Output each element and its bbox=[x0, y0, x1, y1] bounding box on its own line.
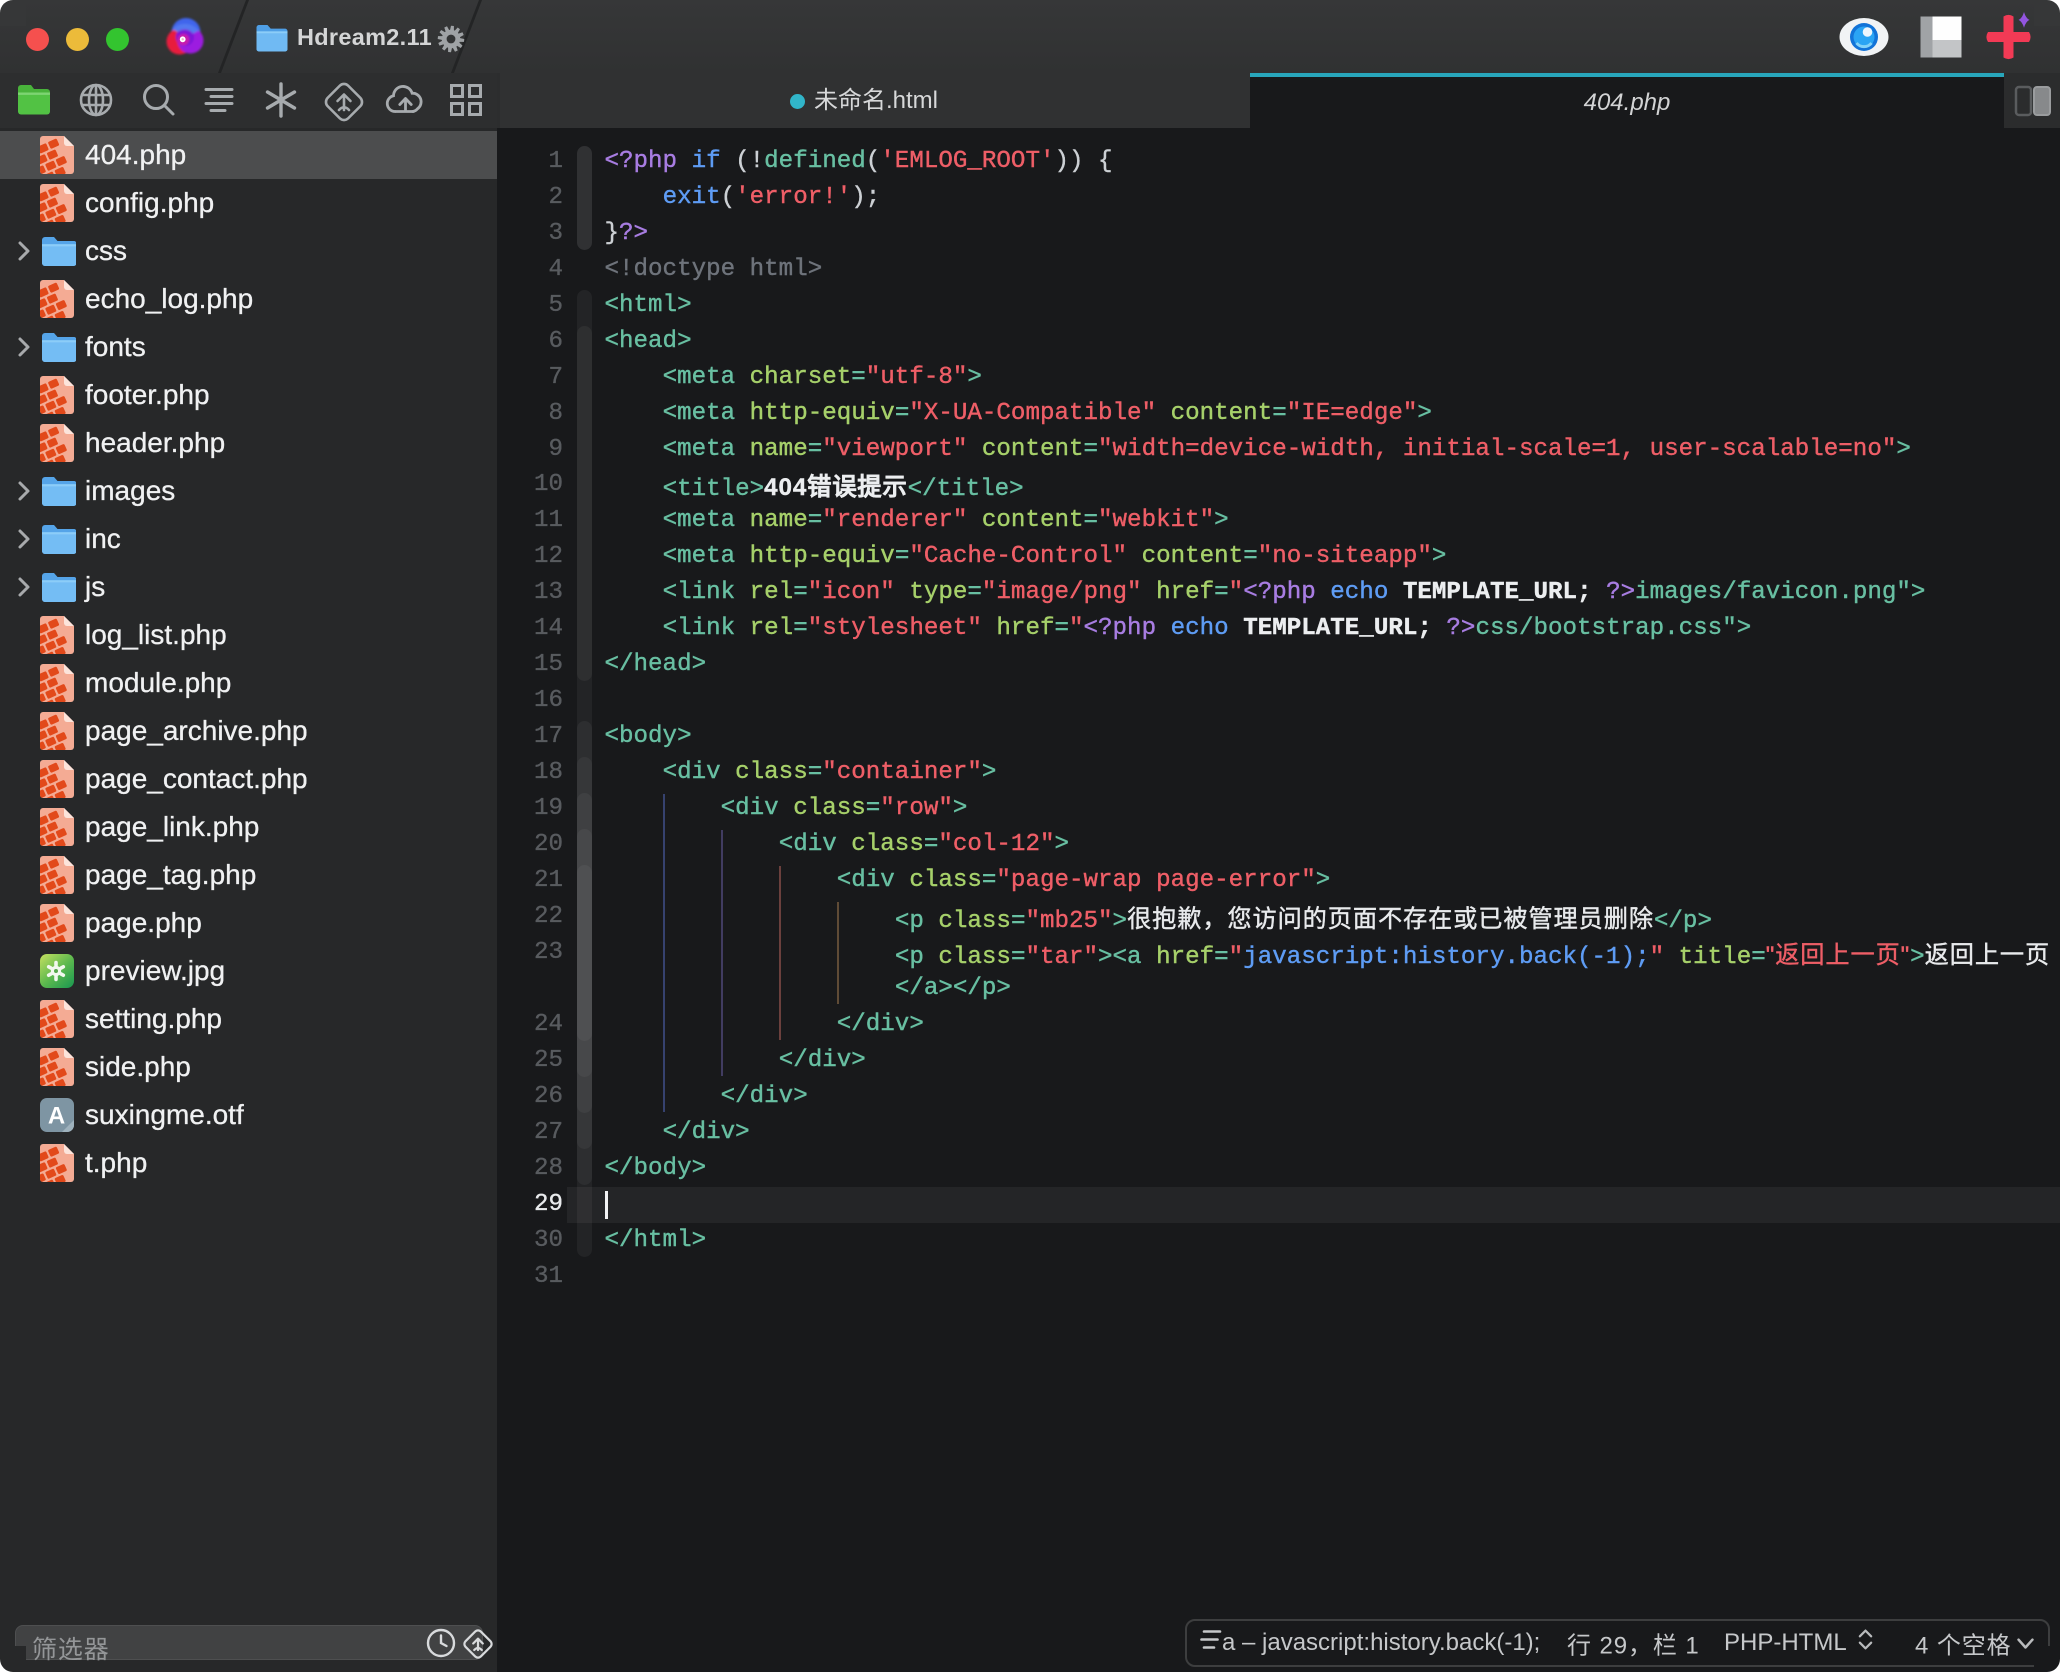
svg-text:A: A bbox=[48, 1103, 65, 1130]
